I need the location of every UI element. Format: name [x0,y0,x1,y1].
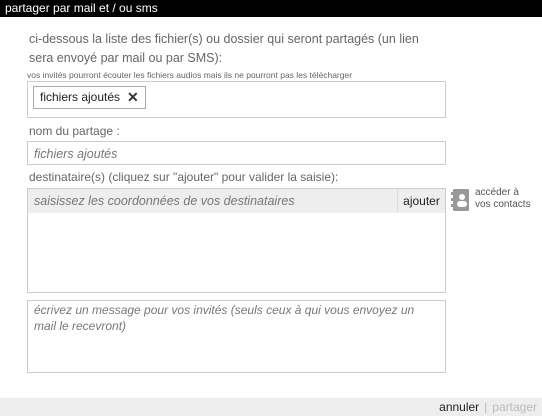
add-recipient-button[interactable]: ajouter [397,189,445,213]
contacts-line-1: accéder à [475,187,519,198]
footer-separator: | [484,400,488,414]
footer-actions: annuler | partager [439,400,537,414]
file-chip: fichiers ajoutés ✕ [33,86,146,109]
message-placeholder: écrivez un message pour vos invités (seu… [34,303,415,333]
dialog-title: partager par mail et / ou sms [0,0,542,17]
dialog-footer: annuler | partager [0,398,542,416]
cancel-button[interactable]: annuler [439,400,479,414]
contacts-line-2: vos contacts [475,199,531,210]
share-button[interactable]: partager [492,400,537,414]
intro-line-2: sera envoyé par mail ou par SMS): [29,51,223,65]
close-icon[interactable]: ✕ [127,87,139,108]
contacts-link-text[interactable]: accéder à vos contacts [475,187,531,211]
message-textarea[interactable]: écrivez un message pour vos invités (seu… [27,300,446,373]
file-chip-label: fichiers ajoutés [40,90,121,104]
recipients-area[interactable]: saisissez les coordonnées de vos destina… [27,188,446,293]
download-note: vos invités pourront écouter les fichier… [27,70,353,80]
share-name-label: nom du partage : [29,124,120,138]
recipients-label: destinataire(s) (cliquez sur "ajouter" p… [29,170,339,184]
contacts-link[interactable]: accéder à vos contacts [451,187,542,213]
intro-line-1: ci-dessous la liste des fichier(s) ou do… [29,32,419,46]
recipients-input[interactable]: saisissez les coordonnées de vos destina… [28,189,398,213]
address-book-icon [451,189,469,211]
intro-text: ci-dessous la liste des fichier(s) ou do… [29,30,429,68]
shared-files-box: fichiers ajoutés ✕ [27,81,446,118]
share-name-input[interactable]: fichiers ajoutés [27,141,446,165]
